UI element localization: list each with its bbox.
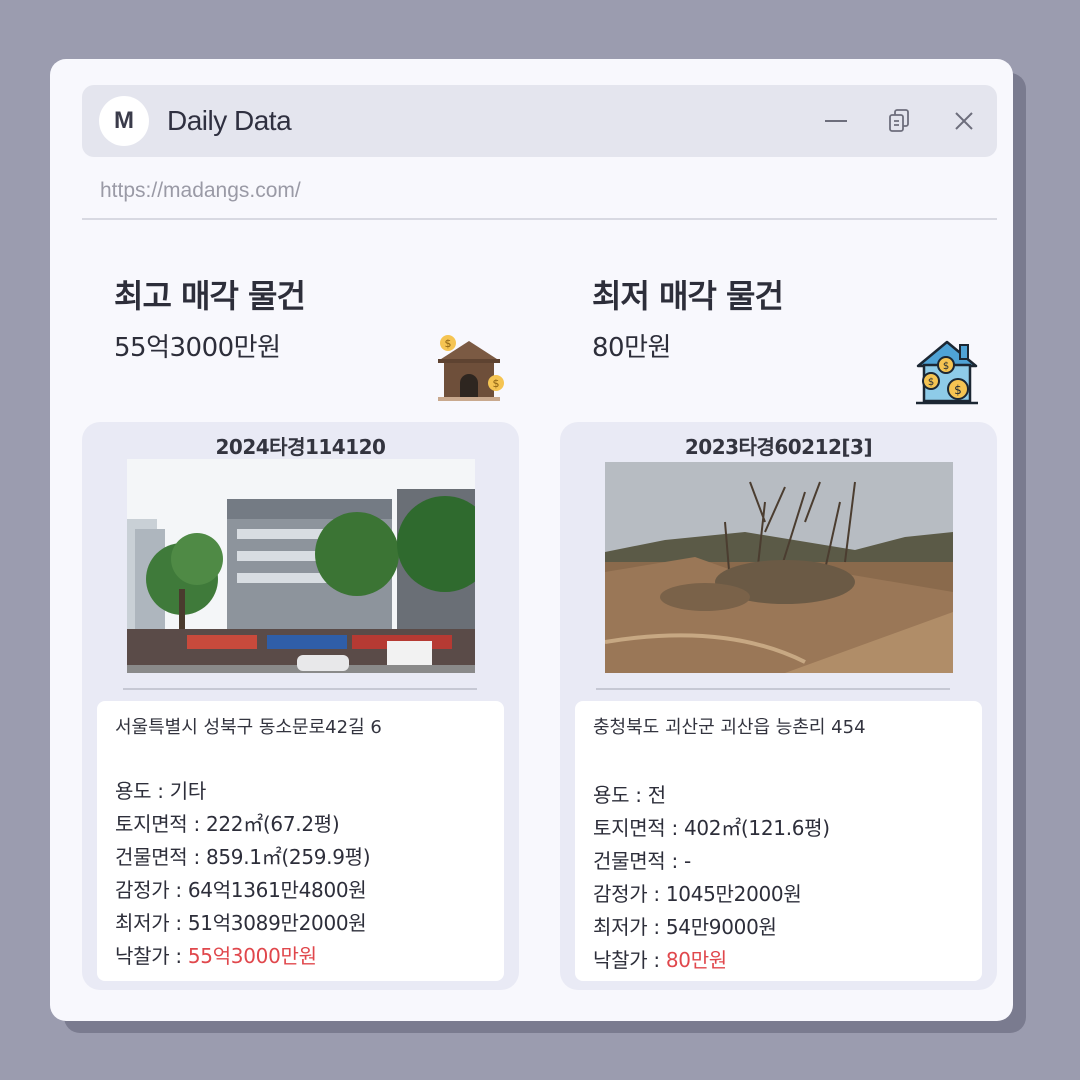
minimize-button[interactable] [817, 102, 855, 140]
fact-building-area: 건물면적 : 859.1㎡(259.9평) [115, 845, 371, 869]
lowest-facts: 용도 : 전 토지면적 : 402㎡(121.6평) 건물면적 : - 감정가 … [593, 779, 830, 977]
copy-icon [889, 109, 909, 132]
house-with-coins-icon: $ $ [438, 335, 504, 401]
title-bar: M Daily Data [82, 85, 997, 157]
copy-button[interactable] [881, 102, 919, 140]
lowest-card[interactable]: 2023타경60212[3] 충청북도 괴산군 괴산읍 능촌리 454 용도:… [560, 422, 997, 990]
photo-divider [123, 688, 477, 690]
minimize-icon [825, 120, 847, 122]
close-button[interactable] [945, 102, 983, 140]
highest-address: 서울특별시 성북구 동소문로42길 6 [115, 717, 382, 738]
app-title: Daily Data [167, 105, 292, 136]
fact-appraisal: 감정가 : 64억1361만4800원 [115, 878, 367, 902]
fact-winning-bid: 낙찰가 : 55억3000만원 [115, 940, 370, 973]
highest-case-number[interactable]: 2024타경114120 [82, 431, 519, 460]
lowest-price: 80만원 [592, 333, 671, 363]
app-logo: M [99, 96, 149, 146]
window-controls [817, 85, 983, 157]
lowest-case-number[interactable]: 2023타경60212[3] [560, 431, 997, 460]
fact-land-area: 토지면적 : 402㎡(121.6평) [593, 816, 830, 840]
lowest-address: 충청북도 괴산군 괴산읍 능촌리 454 [593, 717, 866, 738]
svg-text:$: $ [943, 361, 949, 372]
highest-card[interactable]: 2024타경114120 서울특별시 성북구 동소문로42길 6 용도: 기타… [82, 422, 519, 990]
close-icon [955, 112, 973, 130]
highest-info-panel: 서울특별시 성북구 동소문로42길 6 용도 : 기타 토지면적 : 222㎡(… [97, 701, 504, 981]
winning-bid-value: 55억3000만원 [187, 944, 317, 968]
lowest-property-photo [605, 462, 953, 673]
fact-minimum-price: 최저가 : 54만9000원 [593, 915, 777, 939]
winning-bid-label: 낙찰가 : [115, 944, 188, 968]
winning-bid-value: 80만원 [665, 948, 727, 972]
highest-heading: 최고 매각 물건 [114, 277, 306, 315]
photo-divider [596, 688, 950, 690]
svg-text:$: $ [445, 337, 452, 350]
blue-house-with-coins-icon: $ $ $ [916, 340, 978, 405]
highest-price: 55억3000만원 [114, 333, 281, 363]
lowest-info-panel: 충청북도 괴산군 괴산읍 능촌리 454 용도 : 전 토지면적 : 402㎡(… [575, 701, 982, 981]
fact-usage: 용도 : 전 [593, 783, 666, 807]
url-text[interactable]: https://madangs.com/ [100, 179, 301, 203]
highest-property-photo [127, 459, 475, 673]
winning-bid-label: 낙찰가 : [593, 948, 666, 972]
svg-text:$: $ [954, 383, 962, 397]
svg-text:$: $ [493, 377, 500, 390]
fact-appraisal: 감정가 : 1045만2000원 [593, 882, 802, 906]
app-window: M Daily Data https://madangs.com/ 최고 매각 … [50, 59, 1013, 1021]
fact-building-area: 건물면적 : - [593, 849, 691, 873]
svg-text:$: $ [928, 377, 934, 388]
lowest-heading: 최저 매각 물건 [592, 277, 784, 315]
fact-minimum-price: 최저가 : 51억3089만2000원 [115, 911, 367, 935]
fact-winning-bid: 낙찰가 : 80만원 [593, 944, 830, 977]
fact-land-area: 토지면적 : 222㎡(67.2평) [115, 812, 340, 836]
fact-usage: 용도 : 기타 [115, 779, 206, 803]
divider [82, 218, 997, 220]
highest-facts: 용도 : 기타 토지면적 : 222㎡(67.2평) 건물면적 : 859.1㎡… [115, 775, 371, 973]
